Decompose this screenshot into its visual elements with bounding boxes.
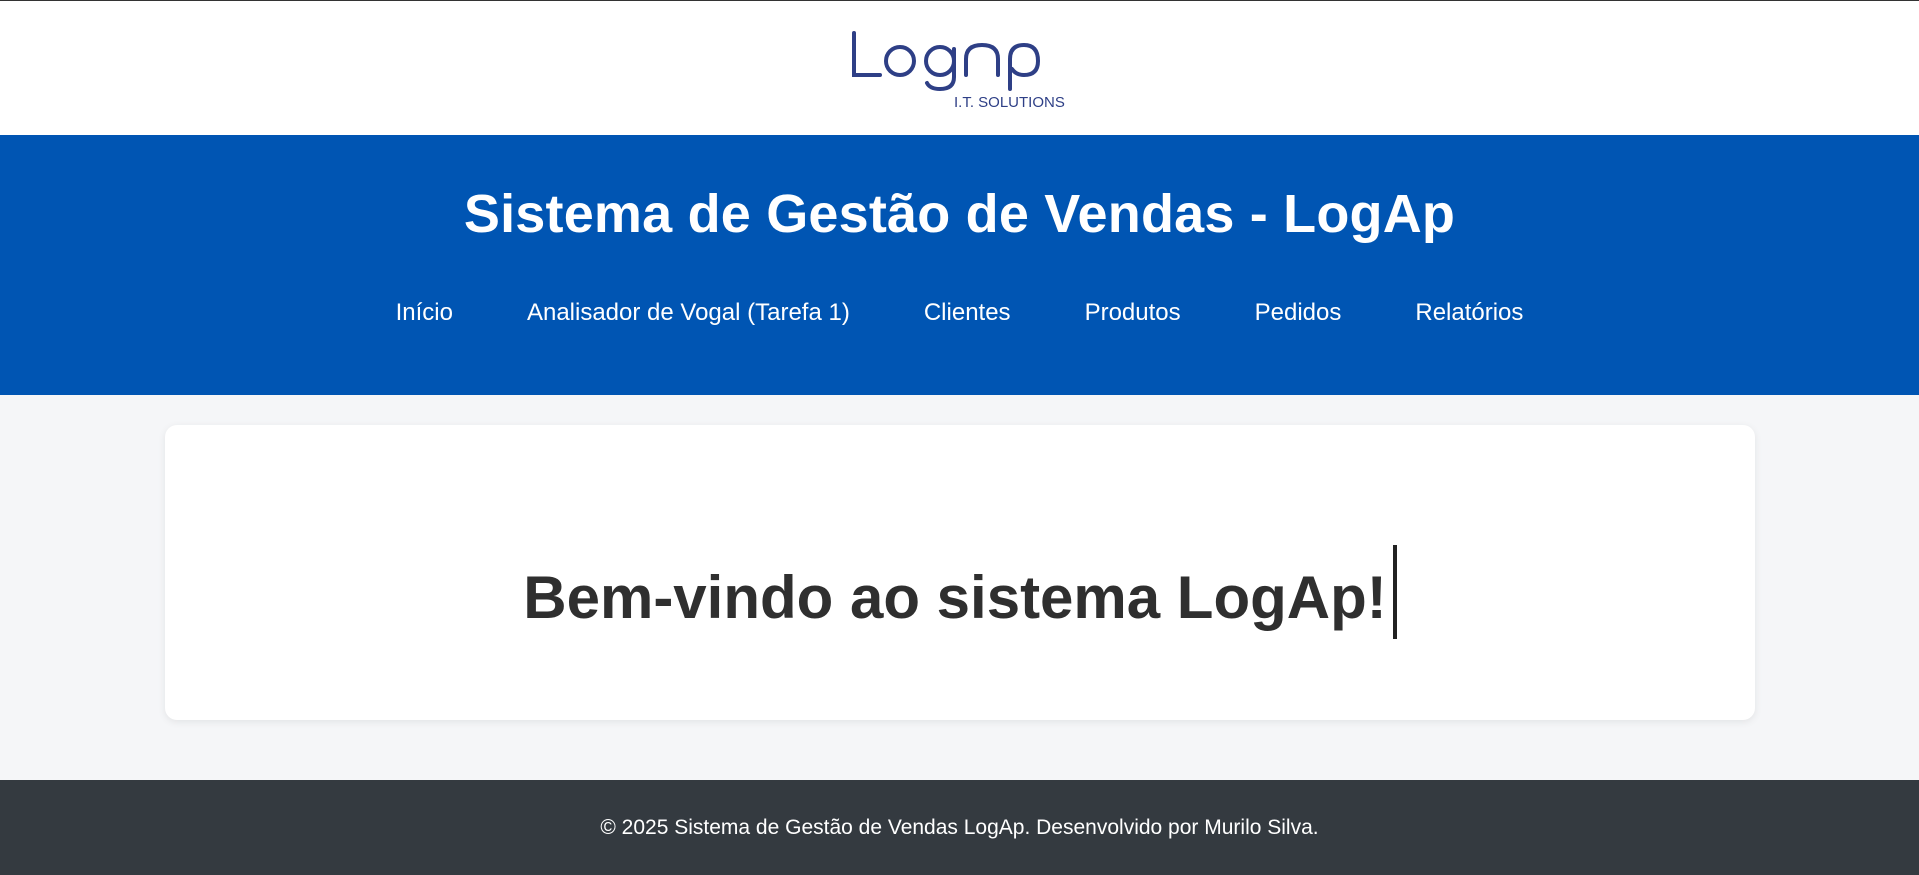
footer-text: © 2025 Sistema de Gestão de Vendas LogAp… [600, 816, 1319, 839]
logap-logo-icon: I.T. SOLUTIONS [852, 31, 1065, 111]
logo-tagline: I.T. SOLUTIONS [954, 94, 1065, 111]
nav-item-analisador-vogal[interactable]: Analisador de Vogal (Tarefa 1) [490, 295, 887, 331]
welcome-card: Bem-vindo ao sistema LogAp! [165, 425, 1755, 720]
welcome-heading: Bem-vindo ao sistema LogAp! [165, 545, 1755, 649]
main-nav: Início Analisador de Vogal (Tarefa 1) Cl… [0, 295, 1919, 331]
logo-bar: I.T. SOLUTIONS [0, 0, 1919, 135]
welcome-text: Bem-vindo ao sistema LogAp! [523, 563, 1387, 631]
nav-item-produtos[interactable]: Produtos [1048, 295, 1218, 331]
nav-item-clientes[interactable]: Clientes [887, 295, 1048, 331]
text-cursor [1392, 545, 1397, 639]
site-footer: © 2025 Sistema de Gestão de Vendas LogAp… [0, 780, 1919, 875]
nav-item-relatorios[interactable]: Relatórios [1378, 295, 1560, 331]
page-title: Sistema de Gestão de Vendas - LogAp [463, 184, 1456, 244]
nav-item-pedidos[interactable]: Pedidos [1218, 295, 1379, 331]
site-header: Sistema de Gestão de Vendas - LogAp Iníc… [0, 135, 1919, 395]
nav-item-inicio[interactable]: Início [359, 295, 490, 331]
company-logo[interactable]: I.T. SOLUTIONS [852, 31, 1072, 111]
